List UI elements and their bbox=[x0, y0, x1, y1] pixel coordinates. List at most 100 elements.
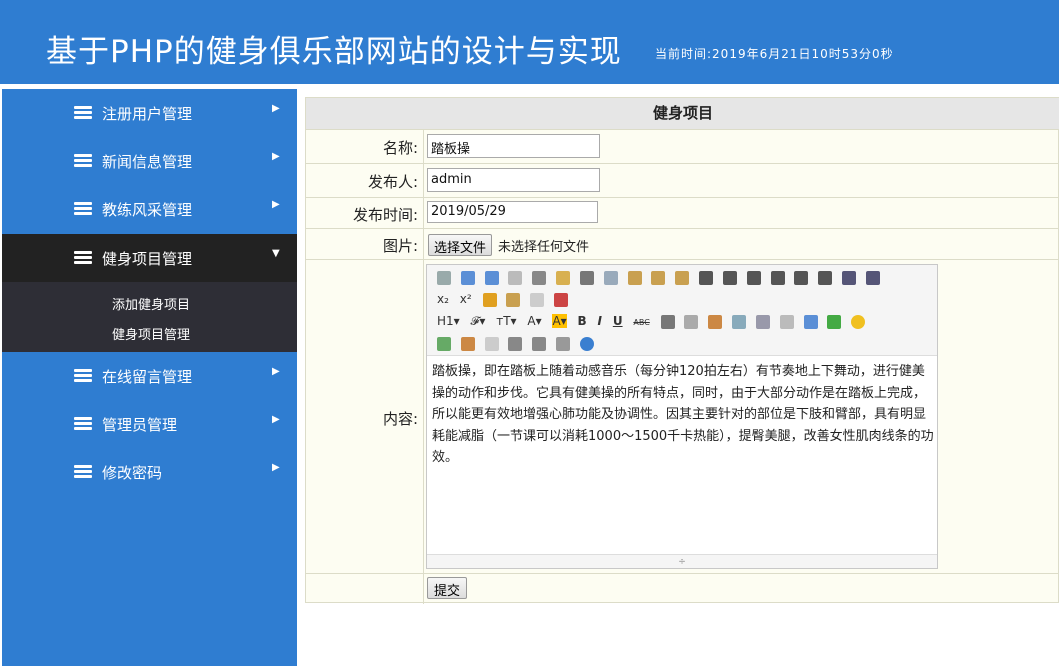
paste-text-icon[interactable] bbox=[651, 270, 666, 285]
cursor-icon[interactable] bbox=[530, 292, 545, 307]
image-icon[interactable] bbox=[708, 314, 723, 329]
link-icon[interactable] bbox=[532, 336, 547, 351]
form-row-date: 发布时间: 2019/05/29 bbox=[306, 197, 1059, 228]
table-icon[interactable] bbox=[803, 314, 818, 329]
font-family-dropdown[interactable]: 𝓕▾ bbox=[471, 314, 486, 329]
chevron-right-icon: ▶ bbox=[272, 462, 280, 473]
font-size-dropdown[interactable]: тT▾ bbox=[496, 314, 516, 328]
toolbar-row-3: H1▾ 𝓕▾ тT▾ A▾ A▾ B I U ABC bbox=[437, 314, 871, 334]
help-icon[interactable] bbox=[579, 336, 594, 351]
paste-icon[interactable] bbox=[627, 270, 642, 285]
indent-icon[interactable] bbox=[842, 270, 857, 285]
sidebar-item-news[interactable]: 新闻信息管理 ▶ bbox=[2, 137, 297, 185]
sidebar: 注册用户管理 ▶ 新闻信息管理 ▶ 教练风采管理 ▶ 健身项目管理 ▼ 添加健身… bbox=[2, 89, 297, 666]
menu-icon bbox=[74, 154, 92, 168]
publisher-input[interactable]: admin bbox=[427, 168, 600, 192]
italic-button[interactable]: I bbox=[598, 314, 602, 328]
sidebar-item-label: 注册用户管理 bbox=[102, 105, 193, 123]
sidebar-item-label: 新闻信息管理 bbox=[102, 153, 193, 171]
sidebar-item-coaches[interactable]: 教练风采管理 ▶ bbox=[2, 185, 297, 233]
font-color-dropdown[interactable]: A▾ bbox=[527, 314, 541, 328]
menu-icon bbox=[74, 465, 92, 479]
editor-resize-handle[interactable]: ÷ bbox=[427, 554, 937, 568]
eraser-icon[interactable] bbox=[684, 314, 699, 329]
fullscreen-icon[interactable] bbox=[553, 292, 568, 307]
unordered-list-icon[interactable] bbox=[818, 270, 833, 285]
media-icon[interactable] bbox=[755, 314, 770, 329]
menu-icon bbox=[74, 417, 92, 431]
align-right-icon[interactable] bbox=[746, 270, 761, 285]
code-icon[interactable] bbox=[460, 336, 475, 351]
form-row-submit bbox=[306, 573, 1059, 604]
template-icon[interactable] bbox=[556, 270, 571, 285]
sidebar-item-change-password[interactable]: 修改密码 ▶ bbox=[2, 448, 297, 496]
name-input[interactable]: 踏板操 bbox=[427, 134, 600, 158]
hr-icon[interactable] bbox=[827, 314, 842, 329]
file-status: 未选择任何文件 bbox=[498, 240, 590, 255]
undo-icon[interactable] bbox=[460, 270, 475, 285]
form-row-name: 名称: 踏板操 bbox=[306, 129, 1059, 163]
strikethrough-button[interactable]: ABC bbox=[633, 318, 649, 327]
align-left-icon[interactable] bbox=[699, 270, 714, 285]
form-row-publisher: 发布人: admin bbox=[306, 163, 1059, 197]
chevron-right-icon: ▶ bbox=[272, 414, 280, 425]
menu-icon bbox=[74, 369, 92, 383]
current-time: 当前时间:2019年6月21日10时53分0秒 bbox=[655, 47, 894, 61]
subscript-icon[interactable]: x₂ bbox=[437, 292, 449, 306]
form-heading: 健身项目 bbox=[306, 98, 1059, 129]
chevron-right-icon: ▶ bbox=[272, 199, 280, 210]
rich-text-editor[interactable]: x₂ x² H1▾ 𝓕▾ тT▾ A▾ A▾ B I U ABC 踏板操，即在踏… bbox=[426, 264, 938, 569]
cut-icon[interactable] bbox=[579, 270, 594, 285]
ordered-list-icon[interactable] bbox=[794, 270, 809, 285]
flash-icon[interactable] bbox=[732, 314, 747, 329]
sidebar-item-messages[interactable]: 在线留言管理 ▶ bbox=[2, 352, 297, 400]
unlink-icon[interactable] bbox=[556, 336, 571, 351]
sidebar-item-fitness-projects[interactable]: 健身项目管理 ▼ bbox=[2, 234, 297, 282]
form-row-image: 图片: bbox=[306, 228, 1059, 259]
editor-content[interactable]: 踏板操，即在踏板上随着动感音乐（每分钟120拍左右）有节奏地上下舞动，进行健美操… bbox=[432, 361, 937, 469]
editor-toolbar: x₂ x² H1▾ 𝓕▾ тT▾ A▾ A▾ B I U ABC bbox=[427, 265, 937, 356]
bold-button[interactable]: B bbox=[578, 314, 587, 328]
underline-button[interactable]: U bbox=[613, 314, 623, 328]
toolbar-row-4 bbox=[437, 336, 600, 356]
clear-format-icon[interactable] bbox=[482, 292, 497, 307]
chevron-right-icon: ▶ bbox=[272, 366, 280, 377]
attachment-icon[interactable] bbox=[779, 314, 794, 329]
anchor-icon[interactable] bbox=[508, 336, 523, 351]
date-input[interactable]: 2019/05/29 bbox=[427, 201, 598, 223]
select-all-icon[interactable] bbox=[506, 292, 521, 307]
paste-word-icon[interactable] bbox=[675, 270, 690, 285]
sidebar-item-users[interactable]: 注册用户管理 ▶ bbox=[2, 89, 297, 137]
copy-icon[interactable] bbox=[603, 270, 618, 285]
sidebar-item-label: 在线留言管理 bbox=[102, 368, 193, 386]
submenu-item-manage-projects[interactable]: 健身项目管理 bbox=[112, 324, 190, 343]
sidebar-item-label: 管理员管理 bbox=[102, 416, 178, 434]
align-justify-icon[interactable] bbox=[770, 270, 785, 285]
redo-icon[interactable] bbox=[484, 270, 499, 285]
site-title: 基于PHP的健身俱乐部网站的设计与实现 bbox=[46, 34, 622, 70]
chevron-right-icon: ▶ bbox=[272, 151, 280, 162]
page-header: 基于PHP的健身俱乐部网站的设计与实现 当前时间:2019年6月21日10时53… bbox=[0, 0, 1059, 84]
border-icon[interactable] bbox=[660, 314, 675, 329]
sidebar-item-label: 健身项目管理 bbox=[102, 250, 193, 268]
publisher-label: 发布人: bbox=[367, 173, 418, 191]
align-center-icon[interactable] bbox=[722, 270, 737, 285]
superscript-icon[interactable]: x² bbox=[460, 292, 472, 306]
preview-icon[interactable] bbox=[508, 270, 523, 285]
heading-dropdown[interactable]: H1▾ bbox=[437, 314, 460, 328]
source-icon[interactable] bbox=[437, 270, 451, 285]
image-label: 图片: bbox=[382, 237, 418, 255]
submit-button[interactable]: 提交 bbox=[427, 577, 468, 599]
print-icon[interactable] bbox=[532, 270, 547, 285]
name-label: 名称: bbox=[382, 139, 418, 157]
emoticon-icon[interactable] bbox=[851, 314, 866, 329]
page-break-icon[interactable] bbox=[484, 336, 499, 351]
highlight-color-dropdown[interactable]: A▾ bbox=[552, 314, 567, 328]
outdent-icon[interactable] bbox=[865, 270, 880, 285]
submenu: 添加健身项目 健身项目管理 bbox=[2, 282, 297, 352]
menu-icon bbox=[74, 202, 92, 216]
submenu-item-add-project[interactable]: 添加健身项目 bbox=[112, 294, 190, 313]
sidebar-item-admins[interactable]: 管理员管理 ▶ bbox=[2, 400, 297, 448]
choose-file-button[interactable]: 选择文件 bbox=[428, 234, 493, 256]
insert-image-icon[interactable] bbox=[437, 336, 451, 351]
